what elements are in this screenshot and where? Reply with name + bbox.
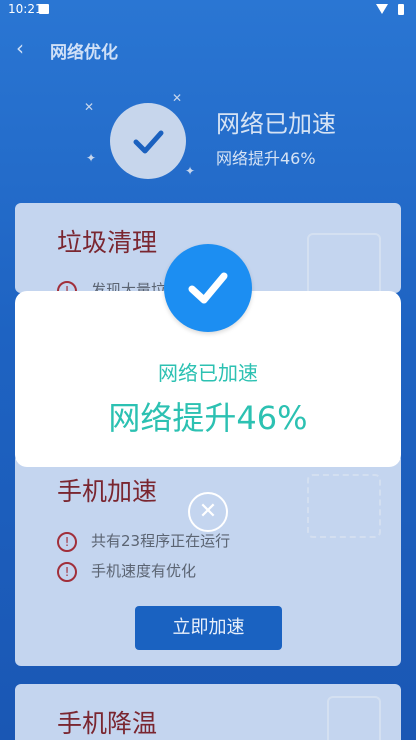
sparkle-icon: ✦ [185, 164, 196, 178]
card-title: 手机加速 [57, 477, 158, 506]
sparkle-icon: ✕ [84, 100, 95, 114]
thermometer-illustration-icon [327, 696, 381, 740]
page-title: 网络优化 [50, 43, 118, 63]
speed-up-button[interactable]: 立即加速 [135, 606, 282, 650]
warning-icon: ! [57, 531, 77, 552]
app-header: ‹ 网络优化 [0, 30, 416, 70]
card-title: 垃圾清理 [57, 228, 158, 257]
status-bar: 10:21 [0, 0, 416, 20]
notification-icon [39, 4, 49, 14]
sparkle-icon: ✕ [172, 91, 183, 105]
card-title: 手机降温 [57, 709, 158, 738]
phone-cool-card[interactable]: 手机降温 [15, 684, 401, 740]
card-item-text: 手机速度有优化 [91, 562, 197, 580]
card-item: ! 共有23程序正在运行 [57, 530, 230, 552]
card-item: ! 手机速度有优化 [57, 560, 196, 582]
check-circle-icon [164, 244, 252, 332]
warning-icon: ! [57, 561, 77, 582]
status-time: 10:21 [8, 2, 43, 16]
rocket-illustration-icon [307, 474, 381, 538]
screen: 10:21 ‹ 网络优化 ✕ ✦ ✕ ✦ 网络已加速 网络提升46% 垃圾清理 … [0, 0, 416, 740]
close-icon: ✕ [198, 499, 218, 524]
hero-check-icon [110, 103, 186, 179]
trash-illustration-icon [307, 233, 381, 293]
dialog-subtitle: 网络提升46% [108, 399, 308, 437]
card-item-text: 共有23程序正在运行 [91, 532, 231, 550]
close-button[interactable]: ✕ [188, 492, 228, 532]
hero-subtitle: 网络提升46% [216, 149, 316, 168]
battery-icon [398, 4, 404, 15]
phone-speed-card: 手机加速 ! 共有23程序正在运行 ! 手机速度有优化 立即加速 [15, 454, 401, 666]
hero-title: 网络已加速 [216, 110, 336, 138]
sparkle-icon: ✦ [86, 151, 97, 165]
dialog-title: 网络已加速 [158, 361, 258, 385]
back-arrow-icon[interactable]: ‹ [16, 38, 36, 58]
wifi-icon [376, 4, 388, 14]
